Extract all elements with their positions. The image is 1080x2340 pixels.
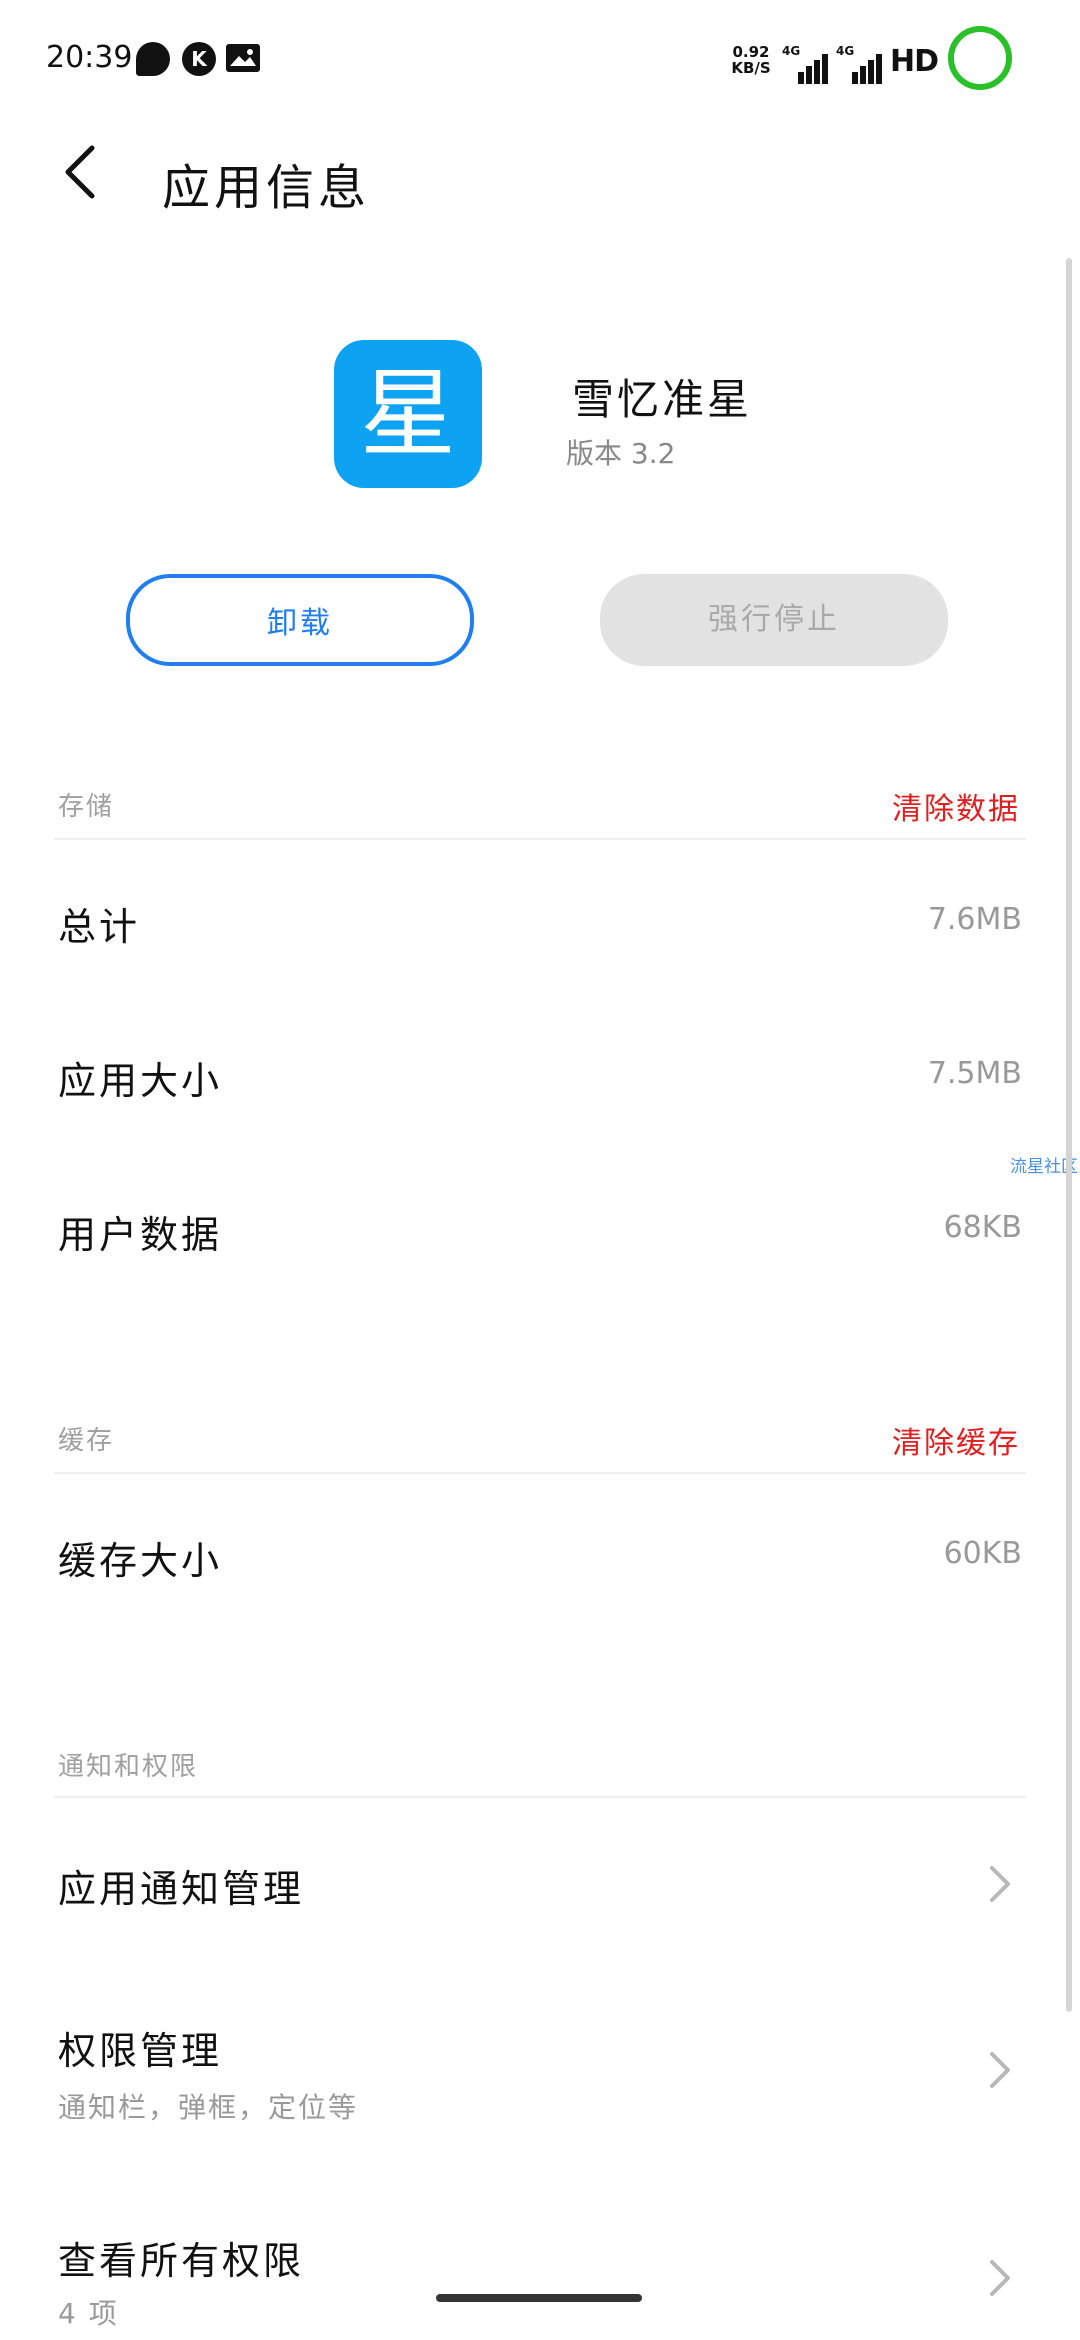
force-stop-button[interactable]: 强行停止 bbox=[600, 574, 948, 666]
row-value: 68KB bbox=[943, 1210, 1022, 1245]
back-arrow-icon[interactable] bbox=[58, 142, 106, 202]
k-app-icon: K bbox=[182, 42, 216, 76]
chevron-right-icon bbox=[990, 1866, 1010, 1902]
cache-divider bbox=[54, 1472, 1026, 1474]
row-label: 应用通知管理 bbox=[58, 1867, 305, 1911]
clear-data-button[interactable]: 清除数据 bbox=[892, 784, 1020, 828]
signal-strength-icon-2: 4G bbox=[836, 44, 886, 84]
signal-strength-icon: 4G bbox=[782, 44, 832, 84]
chevron-right-icon bbox=[990, 2052, 1010, 2088]
row-label: 缓存大小 bbox=[58, 1539, 223, 1583]
status-bar: 20:39 K 0.92 KB/S 4G 4G HD bbox=[0, 0, 1080, 120]
row-label: 查看所有权限 bbox=[58, 2239, 305, 2283]
storage-divider bbox=[54, 838, 1026, 840]
permissions-section-label: 通知和权限 bbox=[58, 1752, 199, 1782]
row-label: 总计 bbox=[58, 905, 141, 949]
image-icon bbox=[226, 44, 260, 72]
chevron-right-icon bbox=[990, 2260, 1010, 2296]
clear-cache-button[interactable]: 清除缓存 bbox=[892, 1418, 1020, 1462]
status-indicators: 0.92 KB/S 4G 4G HD bbox=[728, 26, 1040, 96]
row-value: 7.6MB bbox=[927, 902, 1022, 937]
scrollbar[interactable] bbox=[1066, 258, 1072, 2012]
row-label: 权限管理 bbox=[58, 2029, 223, 2073]
storage-section-label: 存储 bbox=[58, 792, 115, 822]
cache-section-label: 缓存 bbox=[58, 1426, 115, 1456]
battery-icon bbox=[948, 26, 1012, 90]
row-subtitle: 4 项 bbox=[58, 2297, 119, 2330]
home-indicator[interactable] bbox=[436, 2294, 642, 2302]
uninstall-button[interactable]: 卸载 bbox=[126, 574, 474, 666]
row-label: 用户数据 bbox=[58, 1213, 223, 1257]
chat-bubble-icon bbox=[136, 42, 170, 76]
permissions-divider bbox=[54, 1796, 1026, 1798]
network-speed: 0.92 KB/S bbox=[728, 44, 774, 76]
row-value: 60KB bbox=[943, 1536, 1022, 1571]
network-type-label: 4G bbox=[782, 44, 801, 58]
page-title: 应用信息 bbox=[162, 160, 371, 216]
app-name: 雪忆准星 bbox=[572, 375, 753, 424]
status-time: 20:39 bbox=[46, 40, 133, 75]
hd-voice-label: HD bbox=[890, 44, 939, 79]
row-label: 应用大小 bbox=[58, 1059, 223, 1103]
network-speed-unit: KB/S bbox=[731, 59, 771, 77]
network-type-label-2: 4G bbox=[836, 44, 855, 58]
row-value: 7.5MB bbox=[927, 1056, 1022, 1091]
app-icon: 星 bbox=[334, 340, 482, 488]
network-speed-value: 0.92 bbox=[732, 43, 770, 61]
row-subtitle: 通知栏，弹框，定位等 bbox=[58, 2091, 359, 2124]
app-version: 版本 3.2 bbox=[566, 437, 676, 470]
